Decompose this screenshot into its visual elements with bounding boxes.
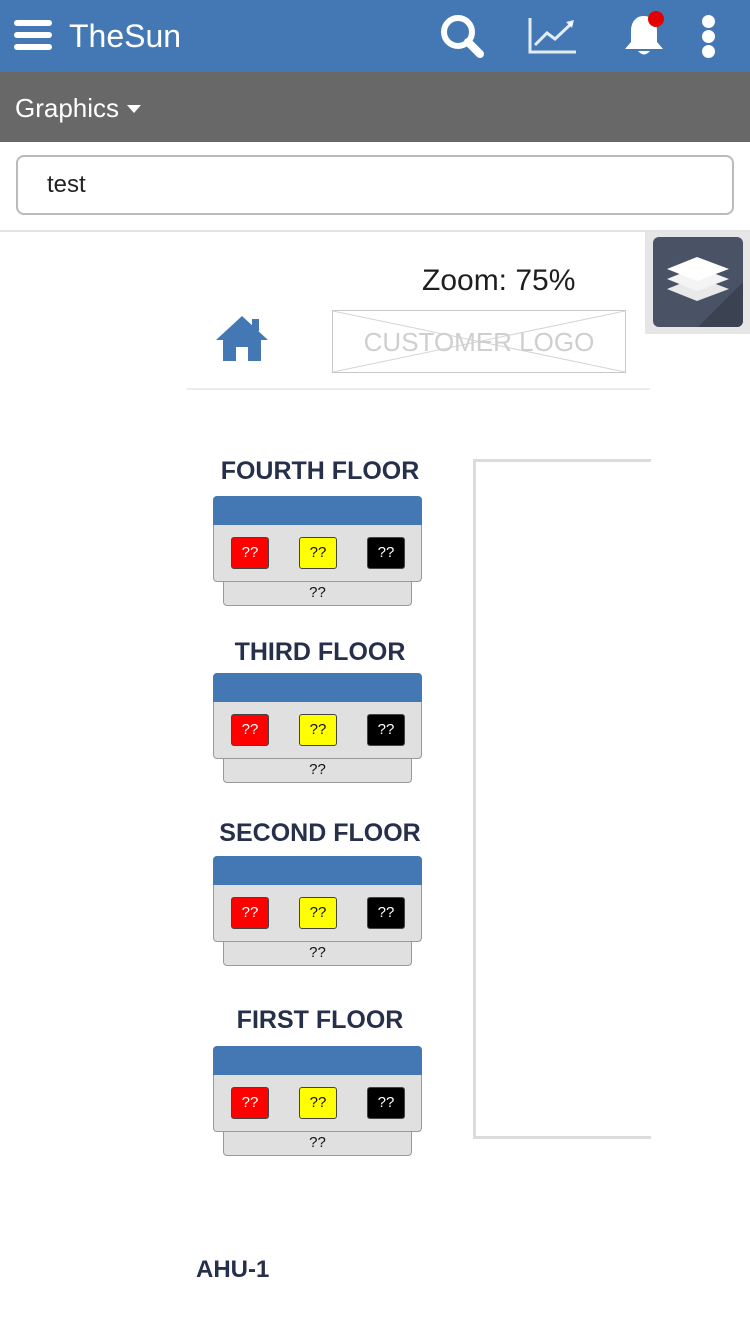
floor-title-second[interactable]: SECOND FLOOR — [190, 818, 450, 848]
status-indicator[interactable]: ?? — [367, 897, 405, 929]
floor-unit-first[interactable]: ?? ?? ?? ?? — [213, 1046, 422, 1158]
unit-header — [213, 856, 422, 886]
unit-body: ?? ?? ?? — [213, 525, 422, 582]
line-chart-icon[interactable] — [526, 14, 578, 56]
search-icon[interactable] — [436, 12, 488, 60]
floor-title-third[interactable]: THIRD FLOOR — [190, 637, 450, 667]
status-indicator[interactable]: ?? — [367, 537, 405, 569]
warning-indicator[interactable]: ?? — [299, 714, 337, 746]
warning-indicator[interactable]: ?? — [299, 1087, 337, 1119]
unit-footer-value: ?? — [223, 759, 412, 783]
graphics-dropdown[interactable]: Graphics — [15, 92, 142, 124]
graphics-sub-bar: Graphics — [0, 72, 750, 142]
app-title: TheSun — [69, 18, 182, 54]
kebab-more-icon[interactable] — [698, 12, 720, 60]
floor-title-fourth[interactable]: FOURTH FLOOR — [190, 456, 450, 486]
home-icon[interactable] — [214, 314, 270, 362]
caret-down-icon — [127, 105, 142, 113]
floor-title-first[interactable]: FIRST FLOOR — [190, 1005, 450, 1035]
unit-body: ?? ?? ?? — [213, 702, 422, 759]
alarm-indicator[interactable]: ?? — [231, 537, 269, 569]
warning-indicator[interactable]: ?? — [299, 537, 337, 569]
alarm-indicator[interactable]: ?? — [231, 1087, 269, 1119]
hamburger-menu-icon[interactable] — [14, 16, 54, 54]
status-indicator[interactable]: ?? — [367, 714, 405, 746]
alarm-indicator[interactable]: ?? — [231, 897, 269, 929]
divider — [0, 230, 750, 232]
graphics-dropdown-label: Graphics — [15, 93, 120, 123]
unit-body: ?? ?? ?? — [213, 885, 422, 942]
zoom-level: Zoom: 75% — [422, 264, 576, 297]
floor-unit-fourth[interactable]: ?? ?? ?? ?? — [213, 496, 422, 608]
status-indicator[interactable]: ?? — [367, 1087, 405, 1119]
customer-logo-placeholder: CUSTOMER LOGO — [332, 310, 626, 373]
search-input[interactable] — [16, 155, 734, 215]
unit-header — [213, 1046, 422, 1076]
equipment-label-ahu[interactable]: AHU-1 — [196, 1256, 269, 1284]
graphic-frame — [473, 459, 651, 1139]
warning-indicator[interactable]: ?? — [299, 897, 337, 929]
bell-icon[interactable] — [620, 10, 668, 58]
unit-footer-value: ?? — [223, 1132, 412, 1156]
unit-body: ?? ?? ?? — [213, 1075, 422, 1132]
unit-footer-value: ?? — [223, 942, 412, 966]
unit-header — [213, 673, 422, 703]
alarm-indicator[interactable]: ?? — [231, 714, 269, 746]
unit-footer-value: ?? — [223, 582, 412, 606]
customer-logo-text: CUSTOMER LOGO — [363, 327, 595, 357]
top-app-bar: TheSun — [0, 0, 750, 72]
floor-unit-second[interactable]: ?? ?? ?? ?? — [213, 856, 422, 968]
layers-button[interactable] — [653, 237, 743, 327]
header-divider — [187, 388, 650, 390]
layers-icon — [667, 257, 743, 327]
unit-header — [213, 496, 422, 526]
floor-unit-third[interactable]: ?? ?? ?? ?? — [213, 673, 422, 785]
